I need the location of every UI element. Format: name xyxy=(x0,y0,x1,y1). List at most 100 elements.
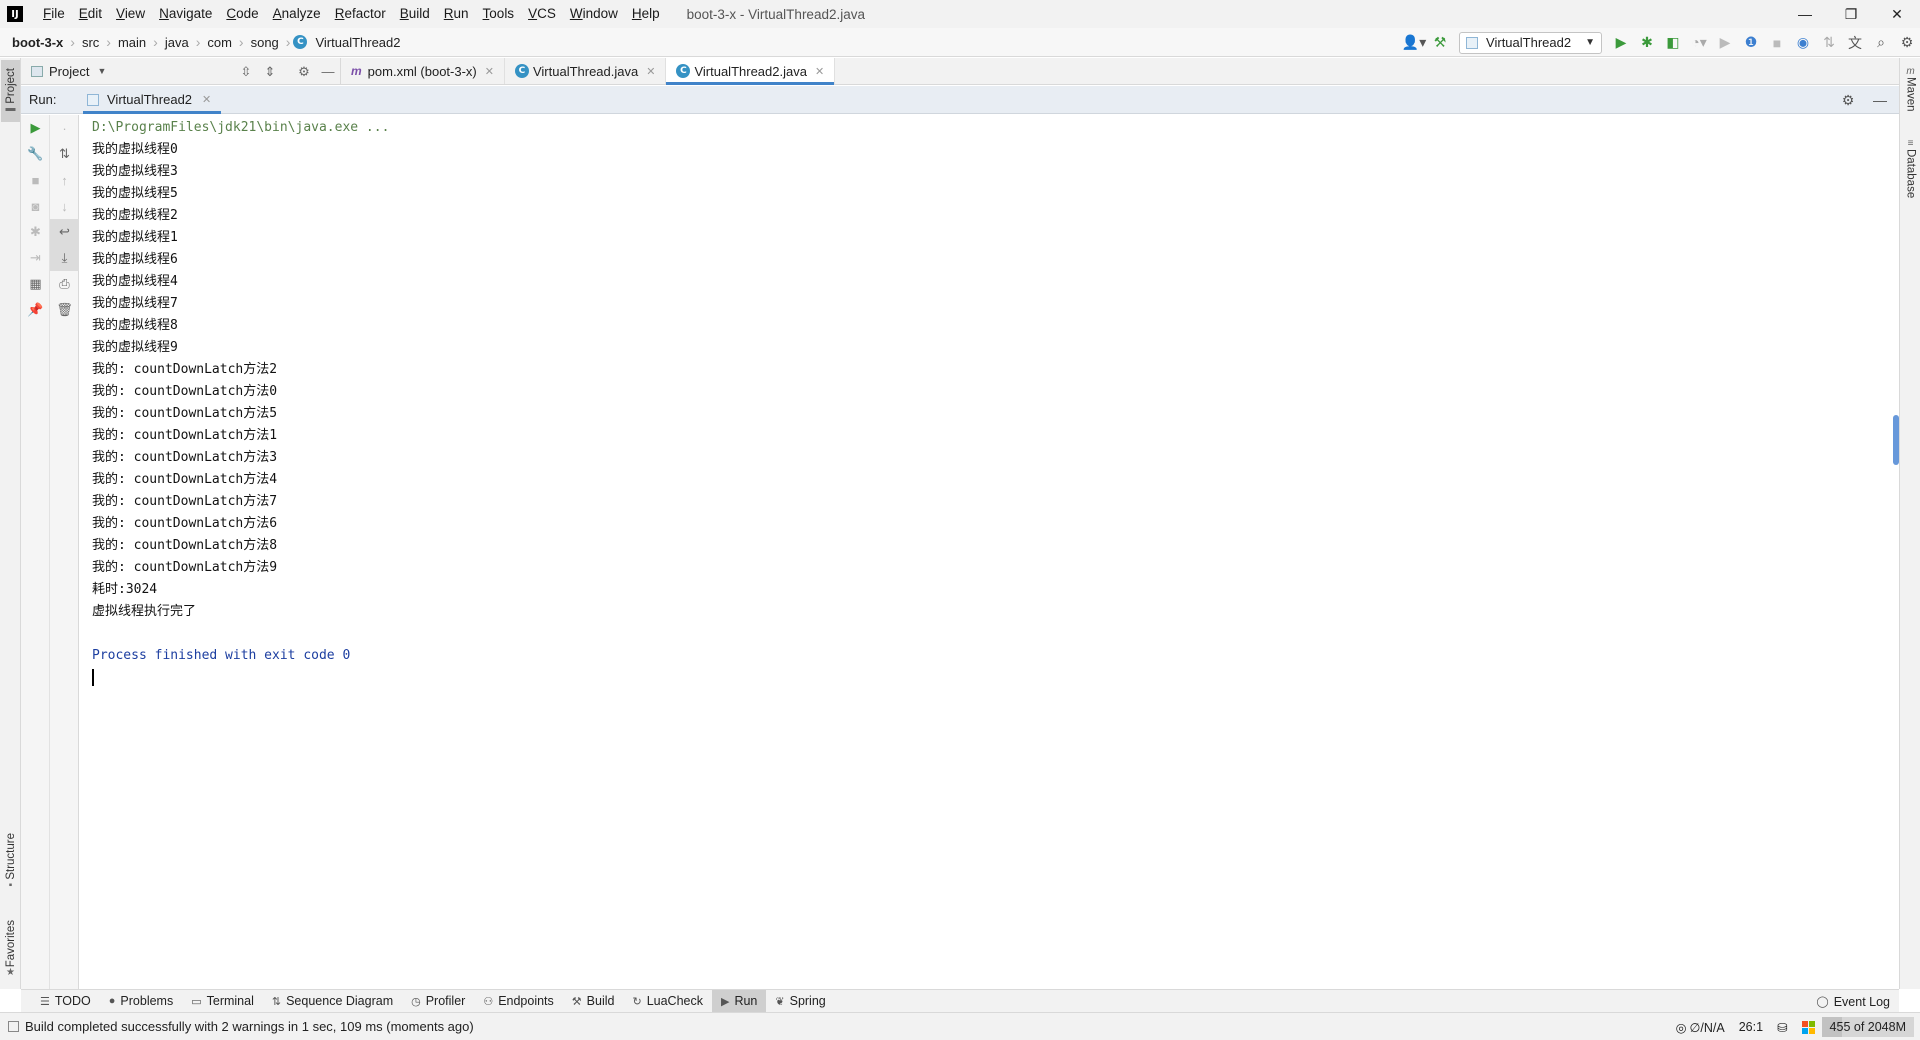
breadcrumb-main[interactable]: main xyxy=(114,35,150,50)
gear-icon[interactable]: ⚙ xyxy=(1835,87,1861,113)
console-output[interactable]: D:\ProgramFiles\jdk21\bin\java.exe ... 我… xyxy=(80,115,1899,989)
tool-tab-sequence-diagram[interactable]: ⇅ Sequence Diagram xyxy=(263,990,402,1013)
tool-tab-terminal[interactable]: ▭ Terminal xyxy=(182,990,263,1013)
debug-icon[interactable]: ✱ xyxy=(21,219,50,245)
close-icon[interactable]: ✕ xyxy=(815,65,824,78)
exit-icon[interactable]: ⇥ xyxy=(21,245,50,271)
menu-help[interactable]: Help xyxy=(625,0,667,28)
tool-tab-luacheck[interactable]: ↻ LuaCheck xyxy=(623,990,712,1013)
menu-vcs[interactable]: VCS xyxy=(521,0,563,28)
tool-tab-run[interactable]: ▶ Run xyxy=(711,989,767,1013)
folder-icon: ▬ xyxy=(5,103,16,115)
chevron-down-icon[interactable]: ▼ xyxy=(97,66,106,76)
close-icon[interactable]: ✕ xyxy=(646,65,655,78)
translate-icon[interactable]: 文 xyxy=(1842,30,1868,56)
menu-edit[interactable]: Edit xyxy=(72,0,109,28)
stripe-tab-favorites[interactable]: Favorites ★ xyxy=(1,913,20,985)
menu-refactor[interactable]: Refactor xyxy=(328,0,393,28)
menu-build[interactable]: Build xyxy=(393,0,437,28)
tool-tab-build[interactable]: ⚒ Build xyxy=(563,990,624,1013)
gear-icon[interactable]: ⚙ xyxy=(1894,30,1920,56)
menu-navigate[interactable]: Navigate xyxy=(152,0,219,28)
console-line: 虚拟线程执行完了 xyxy=(92,604,197,619)
tool-tab-icon: ☰ xyxy=(40,995,50,1008)
rerun-icon[interactable]: ▶ xyxy=(21,115,50,141)
menu-window[interactable]: Window xyxy=(563,0,625,28)
breadcrumb-com[interactable]: com xyxy=(203,35,236,50)
windows-tile-icon[interactable] xyxy=(1795,1020,1822,1034)
vcs-icon[interactable]: ⇅ xyxy=(1816,30,1842,56)
menu-analyze[interactable]: Analyze xyxy=(266,0,328,28)
scrollbar-thumb[interactable] xyxy=(1893,415,1899,465)
breadcrumb-java[interactable]: java xyxy=(161,35,193,50)
vcs-status[interactable]: ◎ ∅/N/A xyxy=(1669,1020,1732,1035)
coverage-icon[interactable]: ◧ xyxy=(1660,30,1686,56)
tab-virtualthread-java[interactable]: C VirtualThread.java ✕ xyxy=(505,58,667,84)
tab-virtualthread2-java[interactable]: C VirtualThread2.java ✕ xyxy=(666,58,836,85)
build-hammer-icon[interactable]: ⚒ xyxy=(1427,30,1453,56)
run-tab-virtualthread2[interactable]: VirtualThread2 ✕ xyxy=(83,86,222,114)
run-config-label: VirtualThread2 xyxy=(1486,35,1572,50)
stripe-tab-project[interactable]: Project ▬ xyxy=(1,60,20,122)
run-configuration-selector[interactable]: VirtualThread2 ▼ xyxy=(1459,31,1602,54)
gear-icon[interactable]: ⚙ xyxy=(292,59,316,85)
close-icon[interactable]: ✕ xyxy=(485,65,494,78)
menu-run[interactable]: Run xyxy=(437,0,476,28)
run-icon[interactable]: ▶ xyxy=(1608,30,1634,56)
tool-tab-todo[interactable]: ☰ TODO xyxy=(31,990,100,1013)
close-icon[interactable]: ✕ xyxy=(202,93,211,106)
attach-icon[interactable]: ❶ xyxy=(1738,30,1764,56)
status-toggle-icon[interactable] xyxy=(8,1021,19,1032)
memory-indicator[interactable]: 455 of 2048M xyxy=(1821,1017,1914,1037)
menu-code[interactable]: Code xyxy=(219,0,265,28)
menu-tools[interactable]: Tools xyxy=(476,0,522,28)
project-panel-header[interactable]: Project ▼ ⇳ ⇕ ⚙ — xyxy=(21,58,341,84)
sort-icon[interactable]: ⇅ xyxy=(50,141,79,167)
arrow-up-icon[interactable]: ↑ xyxy=(50,167,79,193)
debug-icon[interactable]: ✱ xyxy=(1634,30,1660,56)
tab-label: VirtualThread2.java xyxy=(694,63,807,79)
expand-all-icon[interactable]: ⇳ xyxy=(234,59,258,85)
trash-icon[interactable]: 🗑 xyxy=(50,297,79,323)
wrench-icon[interactable]: 🔧 xyxy=(21,141,50,167)
tool-tab-icon: ⚒ xyxy=(571,995,582,1008)
update-icon[interactable]: ◉ xyxy=(1790,30,1816,56)
camera-icon[interactable]: ◙ xyxy=(21,193,50,219)
breadcrumb-src[interactable]: src xyxy=(78,35,103,50)
stripe-tab-structure[interactable]: Structure ▪ xyxy=(1,828,20,896)
stop-icon[interactable]: ■ xyxy=(21,167,50,193)
stripe-tab-maven[interactable]: m Maven xyxy=(1901,66,1920,112)
profile-icon[interactable]: ◔▾ xyxy=(1686,30,1712,56)
tool-tab-spring[interactable]: ❦ Spring xyxy=(766,990,834,1013)
minimize-button[interactable]: — xyxy=(1782,0,1828,28)
pin-icon[interactable]: 📌 xyxy=(21,297,50,323)
tool-tab-profiler[interactable]: ◷ Profiler xyxy=(402,990,474,1013)
collapse-all-icon[interactable]: ⇕ xyxy=(258,59,282,85)
arrow-down-icon[interactable]: ↓ xyxy=(50,193,79,219)
hide-panel-icon[interactable]: — xyxy=(316,59,340,85)
event-log-button[interactable]: ◯ Event Log xyxy=(1807,990,1899,1013)
breadcrumb-class[interactable]: VirtualThread2 xyxy=(311,35,404,50)
tool-tab-endpoints[interactable]: ⚇ Endpoints xyxy=(474,990,562,1013)
close-window-button[interactable]: ✕ xyxy=(1874,0,1920,28)
hide-panel-icon[interactable]: — xyxy=(1867,87,1893,113)
tool-tab-problems[interactable]: ● Problems xyxy=(100,990,182,1013)
layout-icon[interactable]: ▦ xyxy=(21,271,50,297)
menu-file[interactable]: File xyxy=(36,0,72,28)
breadcrumb-song[interactable]: song xyxy=(247,35,283,50)
soft-wrap-icon[interactable]: ↩ xyxy=(50,219,79,245)
scroll-to-end-icon[interactable]: ⤓ xyxy=(50,245,79,271)
status-message[interactable]: Build completed successfully with 2 warn… xyxy=(25,1019,474,1034)
restore-button[interactable]: ❐ xyxy=(1828,0,1874,28)
breadcrumb-project[interactable]: boot-3-x xyxy=(12,35,67,50)
stop-icon[interactable]: ■ xyxy=(1764,30,1790,56)
search-icon[interactable]: ⌕ xyxy=(1868,30,1894,56)
caret-position[interactable]: 26:1 xyxy=(1732,1020,1770,1034)
git-icon[interactable]: ⛁ xyxy=(1770,1020,1794,1035)
stripe-tab-database[interactable]: ≡ Database xyxy=(1901,138,1920,198)
print-icon[interactable]: ⎙ xyxy=(50,271,79,297)
tab-pom-xml[interactable]: m pom.xml (boot-3-x) ✕ xyxy=(341,58,505,84)
menu-view[interactable]: View xyxy=(109,0,152,28)
user-icon[interactable]: 👤▾ xyxy=(1401,30,1427,56)
resume-icon[interactable]: ▶ xyxy=(1712,30,1738,56)
